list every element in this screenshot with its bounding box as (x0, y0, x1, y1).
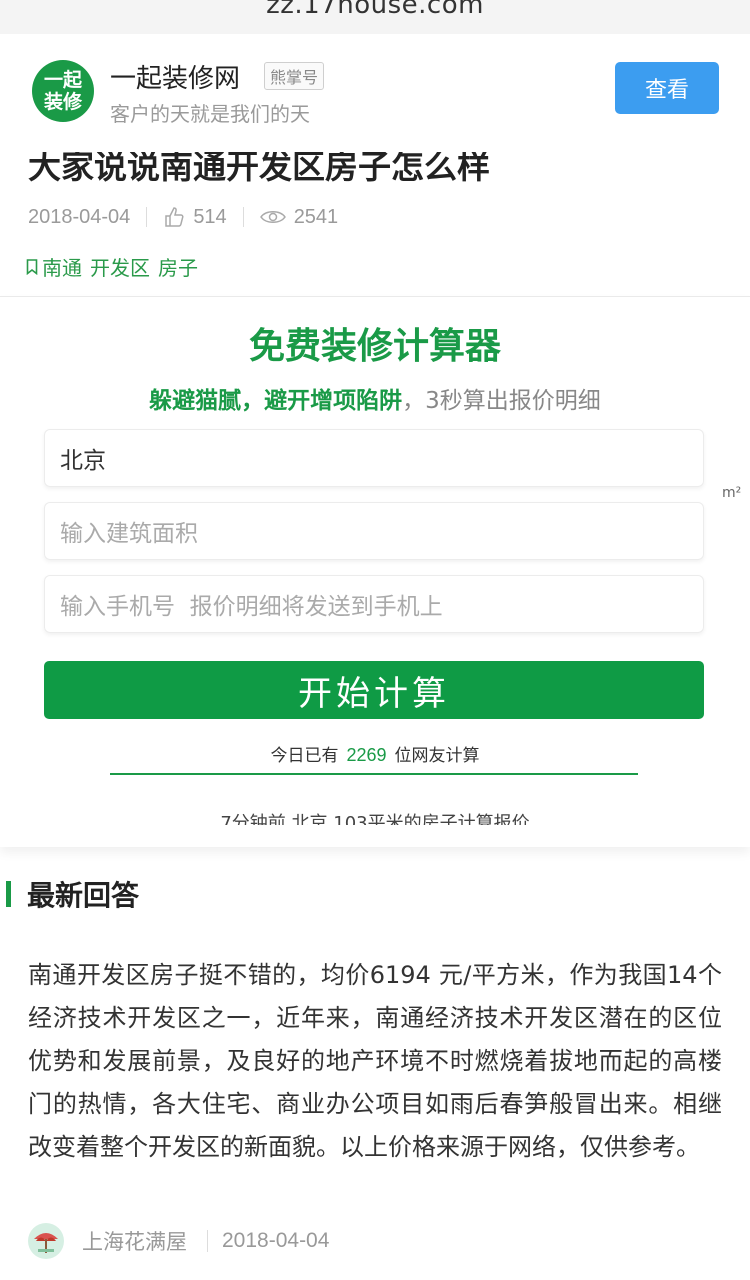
browser-url-bar[interactable]: zz.17house.com (0, 0, 750, 35)
city-select[interactable]: 北京 (44, 429, 704, 487)
account-slogan: 客户的天就是我们的天 (110, 102, 310, 126)
logo-text-line1: 一起 (43, 69, 82, 91)
answer-author-row: 上海花满屋 2018-04-04 (28, 1222, 329, 1260)
section-accent-bar (6, 881, 11, 907)
eye-icon (259, 211, 286, 223)
tag-item[interactable]: 开发区 (90, 252, 150, 281)
subtitle-rest: ，3秒算出报价明细 (402, 388, 601, 414)
latest-answers-header: 最新回答 (0, 876, 139, 912)
avatar-umbrella-icon[interactable] (28, 1223, 64, 1259)
article-title: 大家说说南通开发区房子怎么样 (28, 152, 490, 186)
area-input[interactable]: 输入建筑面积 (44, 502, 704, 560)
divider (146, 207, 148, 227)
calculator-subtitle: 躲避猫腻，避开增项陷阱，3秒算出报价明细 (0, 381, 750, 415)
area-placeholder: 输入建筑面积 (60, 521, 198, 547)
url-text: zz.17house.com (266, 0, 484, 20)
author-name[interactable]: 上海花满屋 (82, 1226, 187, 1256)
tag-item[interactable]: 房子 (158, 252, 198, 281)
count-underline (110, 773, 638, 775)
account-name[interactable]: 一起装修网 (110, 58, 240, 95)
like-count: 514 (193, 205, 227, 228)
calculator-title: 免费装修计算器 (248, 326, 501, 367)
subtitle-highlight: 躲避猫腻，避开增项陷阱 (149, 388, 403, 414)
thumbs-up-icon[interactable] (163, 206, 185, 228)
divider (242, 207, 244, 227)
decoration-calculator-card: 免费装修计算器 躲避猫腻，避开增项陷阱，3秒算出报价明细 北京 输入建筑面积 m… (0, 296, 750, 847)
start-calculation-button[interactable]: 开始计算 (44, 661, 704, 719)
article-title-area: 大家说说南通开发区房子怎么样 (0, 152, 750, 186)
article-date: 2018-04-04 (28, 205, 131, 228)
ticker-text: 7分钟前 北京 103平米的房子计算报价 (220, 813, 530, 825)
account-header: 一起 装修 一起装修网 熊掌号 客户的天就是我们的天 查看 (0, 34, 750, 152)
city-value: 北京 (60, 448, 106, 474)
account-badge: 熊掌号 (264, 62, 325, 90)
view-button[interactable]: 查看 (615, 62, 719, 114)
count-number: 2269 (346, 745, 387, 765)
tag-item[interactable]: 南通 (42, 252, 82, 281)
divider (207, 1230, 208, 1252)
phone-placeholder: 输入手机号 报价明细将发送到手机上 (60, 594, 443, 620)
answer-date: 2018-04-04 (222, 1229, 330, 1252)
logo-text-line2: 装修 (43, 91, 82, 113)
count-suffix: 位网友计算 (394, 746, 480, 766)
answer-text: 南通开发区房子挺不错的，均价6194 元/平方米，作为我国14个经济技术开发区之… (28, 961, 722, 1161)
bookmark-tag-icon (26, 258, 38, 275)
area-unit: m² (722, 485, 742, 501)
article-tags: 南通 开发区 房子 (26, 252, 206, 281)
calculation-count: 今日已有 2269 位网友计算 (0, 741, 750, 766)
count-prefix: 今日已有 (270, 746, 339, 766)
phone-input[interactable]: 输入手机号 报价明细将发送到手机上 (44, 575, 704, 633)
brand-logo[interactable]: 一起 装修 (32, 60, 94, 122)
section-title: 最新回答 (27, 879, 140, 912)
article-meta: 2018-04-04 514 2541 (28, 202, 338, 232)
recent-calculation-ticker: 7分钟前 北京 103平米的房子计算报价 (0, 805, 750, 825)
view-count: 2541 (293, 205, 339, 228)
